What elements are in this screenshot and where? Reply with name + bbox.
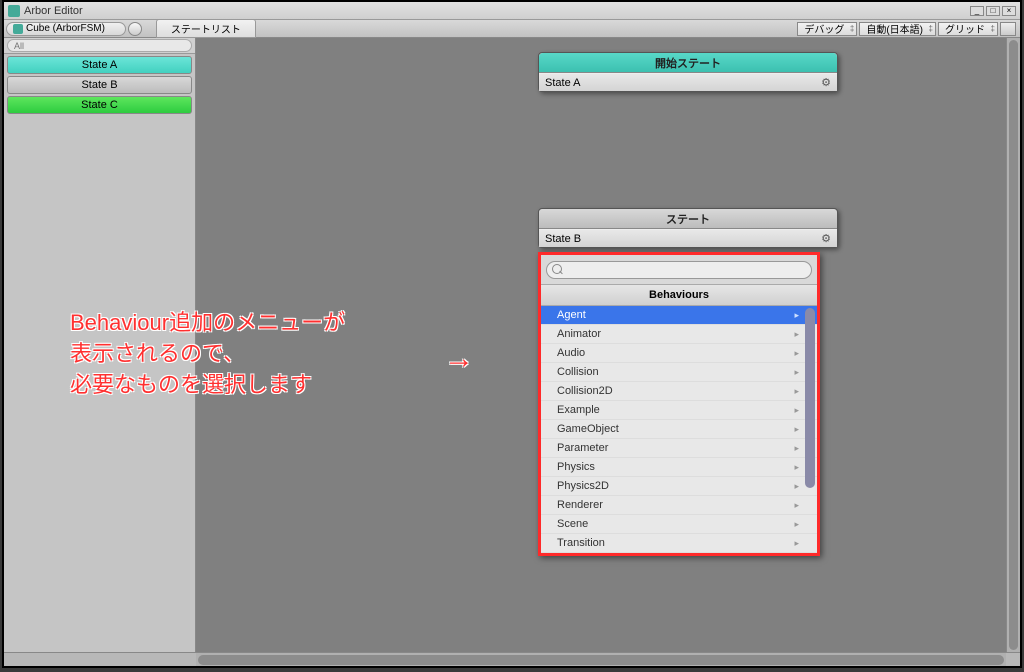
node-header: 開始ステート — [539, 53, 837, 73]
gear-icon[interactable]: ⚙ — [821, 76, 831, 89]
behaviour-item[interactable]: Animator▸ — [541, 325, 817, 344]
language-dropdown[interactable]: 自動(日本語) — [859, 22, 936, 36]
chevron-right-icon: ▸ — [794, 367, 799, 378]
sidebar-search-input[interactable] — [7, 39, 192, 52]
chevron-right-icon: ▸ — [794, 500, 799, 511]
scroll-thumb[interactable] — [1009, 40, 1018, 650]
annotation-arrow-icon: → — [444, 342, 474, 376]
chevron-right-icon: ▸ — [794, 538, 799, 549]
window-title: Arbor Editor — [24, 5, 970, 17]
chevron-right-icon: ▸ — [794, 424, 799, 435]
horizontal-scrollbar[interactable] — [196, 652, 1006, 666]
debug-dropdown[interactable]: デバッグ — [797, 22, 857, 36]
target-button[interactable] — [128, 22, 142, 36]
object-icon — [13, 24, 23, 34]
behaviour-item[interactable]: Renderer▸ — [541, 496, 817, 515]
chevron-right-icon: ▸ — [794, 310, 799, 321]
node-name-row[interactable]: State B ⚙ — [539, 229, 837, 247]
behaviour-item[interactable]: Physics▸ — [541, 458, 817, 477]
behaviour-item[interactable]: Audio▸ — [541, 344, 817, 363]
chevron-right-icon: ▸ — [794, 386, 799, 397]
chevron-right-icon: ▸ — [794, 405, 799, 416]
minimize-button[interactable]: _ — [970, 6, 984, 16]
node-name-row[interactable]: State A ⚙ — [539, 73, 837, 91]
node-header: ステート — [539, 209, 837, 229]
annotation-text: Behaviour追加のメニューが 表示されるので、 必要なものを選択します — [70, 308, 345, 400]
chevron-right-icon: ▸ — [794, 329, 799, 340]
chevron-right-icon: ▸ — [794, 519, 799, 530]
scroll-thumb[interactable] — [198, 655, 1004, 665]
chevron-right-icon: ▸ — [794, 462, 799, 473]
maximize-button[interactable]: □ — [986, 6, 1000, 16]
vertical-scrollbar[interactable] — [1006, 38, 1020, 652]
behaviour-item[interactable]: Example▸ — [541, 401, 817, 420]
scroll-thumb[interactable] — [805, 308, 815, 488]
behaviour-popup: Behaviours Agent▸Animator▸Audio▸Collisio… — [538, 252, 820, 556]
behaviour-item[interactable]: GameObject▸ — [541, 420, 817, 439]
chevron-right-icon: ▸ — [794, 443, 799, 454]
titlebar: Arbor Editor _ □ × — [4, 2, 1020, 20]
behaviour-item[interactable]: Scene▸ — [541, 515, 817, 534]
sidebar-item-state-a[interactable]: State A — [7, 56, 192, 74]
chevron-right-icon: ▸ — [794, 348, 799, 359]
behaviour-item[interactable]: Parameter▸ — [541, 439, 817, 458]
gear-icon[interactable]: ⚙ — [821, 232, 831, 245]
node-state[interactable]: ステート State B ⚙ — [538, 208, 838, 248]
behaviour-item[interactable]: Collision2D▸ — [541, 382, 817, 401]
behaviour-item[interactable]: Transition▸ — [541, 534, 817, 553]
popup-title: Behaviours — [541, 284, 817, 306]
close-button[interactable]: × — [1002, 6, 1016, 16]
sidebar-item-state-b[interactable]: State B — [7, 76, 192, 94]
breadcrumb-label: Cube (ArborFSM) — [26, 23, 105, 34]
grid-dropdown[interactable]: グリッド — [938, 22, 998, 36]
behaviour-search-input[interactable] — [546, 261, 812, 279]
toolbar: Cube (ArborFSM) ステートリスト デバッグ 自動(日本語) グリッ… — [4, 20, 1020, 38]
app-icon — [8, 5, 20, 17]
window-controls: _ □ × — [970, 6, 1016, 16]
chevron-right-icon: ▸ — [794, 481, 799, 492]
node-start-state[interactable]: 開始ステート State A ⚙ — [538, 52, 838, 92]
breadcrumb[interactable]: Cube (ArborFSM) — [6, 22, 126, 36]
behaviour-item[interactable]: Collision▸ — [541, 363, 817, 382]
behaviour-item[interactable]: Physics2D▸ — [541, 477, 817, 496]
tab-state-list[interactable]: ステートリスト — [156, 19, 256, 38]
sidebar-item-state-c[interactable]: State C — [7, 96, 192, 114]
editor-window: Arbor Editor _ □ × Cube (ArborFSM) ステートリ… — [2, 0, 1022, 668]
behaviour-list: Agent▸Animator▸Audio▸Collision▸Collision… — [541, 306, 817, 553]
behaviour-item[interactable]: Agent▸ — [541, 306, 817, 325]
snapshot-button[interactable] — [1000, 22, 1016, 36]
